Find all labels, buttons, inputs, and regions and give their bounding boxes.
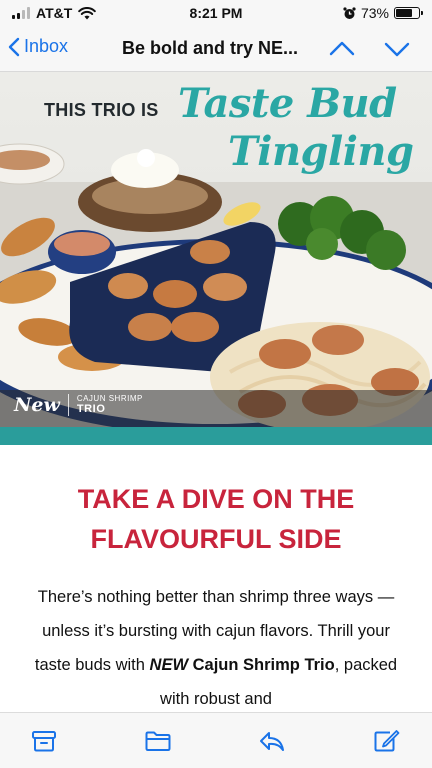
reply-icon[interactable] bbox=[258, 729, 286, 753]
badge-new-label: New bbox=[14, 394, 60, 416]
body-product-name: Cajun Shrimp Trio bbox=[192, 656, 335, 674]
mail-nav-bar: Inbox Be bold and try NE... bbox=[0, 26, 432, 72]
compose-icon[interactable] bbox=[372, 729, 400, 753]
article-body: There’s nothing better than shrimp three… bbox=[34, 580, 398, 712]
battery-group: 73% bbox=[343, 5, 423, 21]
email-body[interactable]: THIS TRIO IS Taste Bud Tingling New CAJU… bbox=[0, 72, 432, 712]
badge-divider bbox=[67, 394, 69, 416]
folder-icon[interactable] bbox=[144, 729, 172, 753]
back-label: Inbox bbox=[24, 36, 69, 56]
previous-message-button[interactable] bbox=[328, 38, 356, 60]
archive-icon[interactable] bbox=[30, 729, 58, 753]
hero-script-line-1: Taste Bud bbox=[178, 80, 397, 127]
battery-icon bbox=[394, 7, 423, 19]
battery-percent: 73% bbox=[360, 5, 389, 21]
battery-fill bbox=[396, 9, 413, 17]
headline-line-1: TAKE A DIVE ON THE bbox=[77, 484, 355, 514]
body-new-emphasis: NEW bbox=[149, 656, 189, 674]
teal-divider bbox=[0, 427, 432, 445]
back-to-inbox-button[interactable]: Inbox bbox=[8, 36, 68, 57]
new-item-badge: New CAJUN SHRIMP TRIO bbox=[14, 394, 143, 416]
alarm-icon bbox=[343, 6, 356, 19]
badge-text: CAJUN SHRIMP TRIO bbox=[76, 393, 143, 416]
next-message-button[interactable] bbox=[383, 38, 411, 60]
email-subject: Be bold and try NE... bbox=[122, 38, 299, 58]
hero-script-line-2: Tingling bbox=[228, 128, 414, 175]
hero-headline: THIS TRIO IS bbox=[44, 100, 159, 120]
badge-small-label: CAJUN SHRIMP bbox=[76, 393, 143, 403]
chevron-left-icon bbox=[8, 37, 20, 56]
status-bar: AT&T 8:21 PM 73% bbox=[0, 0, 432, 26]
headline-line-2: FLAVOURFUL SIDE bbox=[90, 524, 342, 554]
mail-toolbar bbox=[0, 712, 432, 768]
article-headline: TAKE A DIVE ON THE FLAVOURFUL SIDE bbox=[30, 479, 402, 559]
badge-big-label: TRIO bbox=[76, 403, 106, 416]
hero-banner[interactable]: THIS TRIO IS Taste Bud Tingling New CAJU… bbox=[0, 72, 432, 445]
